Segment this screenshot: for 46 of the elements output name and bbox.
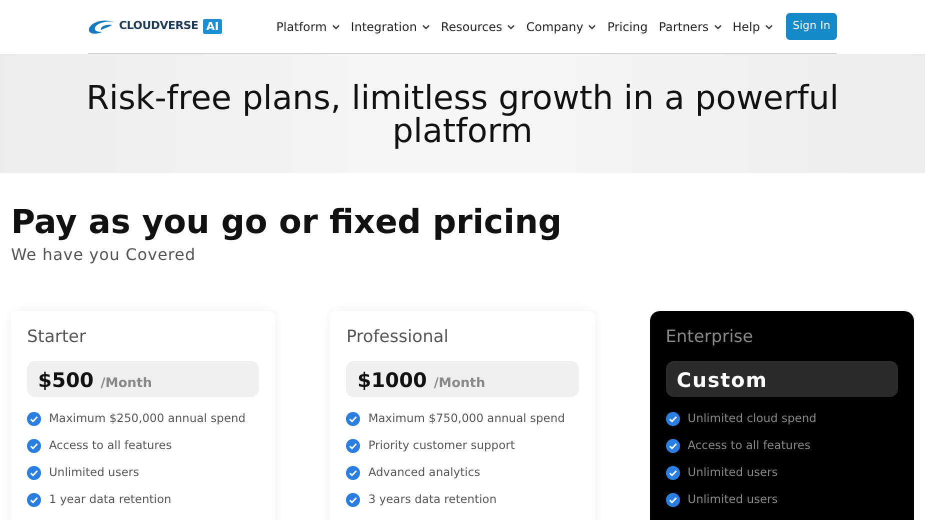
plan-name: Professional bbox=[346, 326, 450, 349]
sign-in-button[interactable]: Sign In bbox=[786, 13, 837, 40]
check-circle-icon bbox=[346, 412, 360, 426]
nav-link[interactable]: Pricing bbox=[607, 18, 648, 36]
feature-text: Maximum $250,000 annual spend bbox=[49, 410, 246, 428]
plan-price: Custom bbox=[676, 366, 768, 394]
check-circle-icon bbox=[666, 412, 680, 426]
logo-wordmark: CLOUDVERSE bbox=[119, 18, 198, 34]
feature-text: 1 year data retention bbox=[49, 491, 172, 508]
check-circle-icon bbox=[346, 493, 360, 507]
nav-link[interactable]: Help bbox=[732, 18, 760, 36]
section-title: Pay as you go or fixed pricing bbox=[11, 201, 563, 243]
check-circle-icon bbox=[27, 439, 41, 453]
nav-link[interactable]: Platform bbox=[276, 18, 327, 36]
check-circle-icon bbox=[666, 493, 680, 507]
nav-link[interactable]: Partners bbox=[658, 18, 709, 36]
logo-icon bbox=[88, 19, 114, 34]
plan-price: $1000 bbox=[357, 366, 427, 394]
feature-text: Unlimited users bbox=[49, 464, 140, 482]
plan-name: Starter bbox=[27, 326, 87, 349]
feature-text: Priority customer support bbox=[368, 437, 515, 454]
logo-badge: AI bbox=[203, 19, 222, 34]
check-circle-icon bbox=[666, 439, 680, 453]
check-circle-icon bbox=[27, 466, 41, 480]
feature-text: Access to all features bbox=[688, 437, 810, 454]
check-circle-icon bbox=[346, 466, 360, 480]
hero-title: Risk-free plans, limitless growth in a powerful platform bbox=[85, 80, 840, 146]
price-period: /Month bbox=[100, 374, 152, 392]
feature-text: Access to all features bbox=[49, 437, 172, 454]
nav-link[interactable]: Integration bbox=[350, 18, 417, 36]
feature-text: Unlimited users bbox=[688, 491, 778, 508]
feature-text: Unlimited users bbox=[688, 464, 778, 482]
feature-text: Maximum $750,000 annual spend bbox=[368, 410, 565, 428]
feature-text: Advanced analytics bbox=[368, 464, 480, 482]
nav-link[interactable]: Resources bbox=[440, 18, 502, 36]
price-period: /Month bbox=[434, 374, 486, 392]
check-circle-icon bbox=[27, 412, 41, 426]
plan-price: $500 bbox=[38, 366, 94, 394]
check-circle-icon bbox=[346, 439, 360, 453]
section-subtitle: We have you Covered bbox=[11, 244, 197, 266]
feature-text: Unlimited cloud spend bbox=[688, 410, 816, 428]
plan-name: Enterprise bbox=[666, 326, 754, 349]
check-circle-icon bbox=[27, 493, 41, 507]
nav-link[interactable]: Company bbox=[526, 18, 584, 36]
check-circle-icon bbox=[666, 466, 680, 480]
feature-text: 3 years data retention bbox=[368, 491, 497, 508]
